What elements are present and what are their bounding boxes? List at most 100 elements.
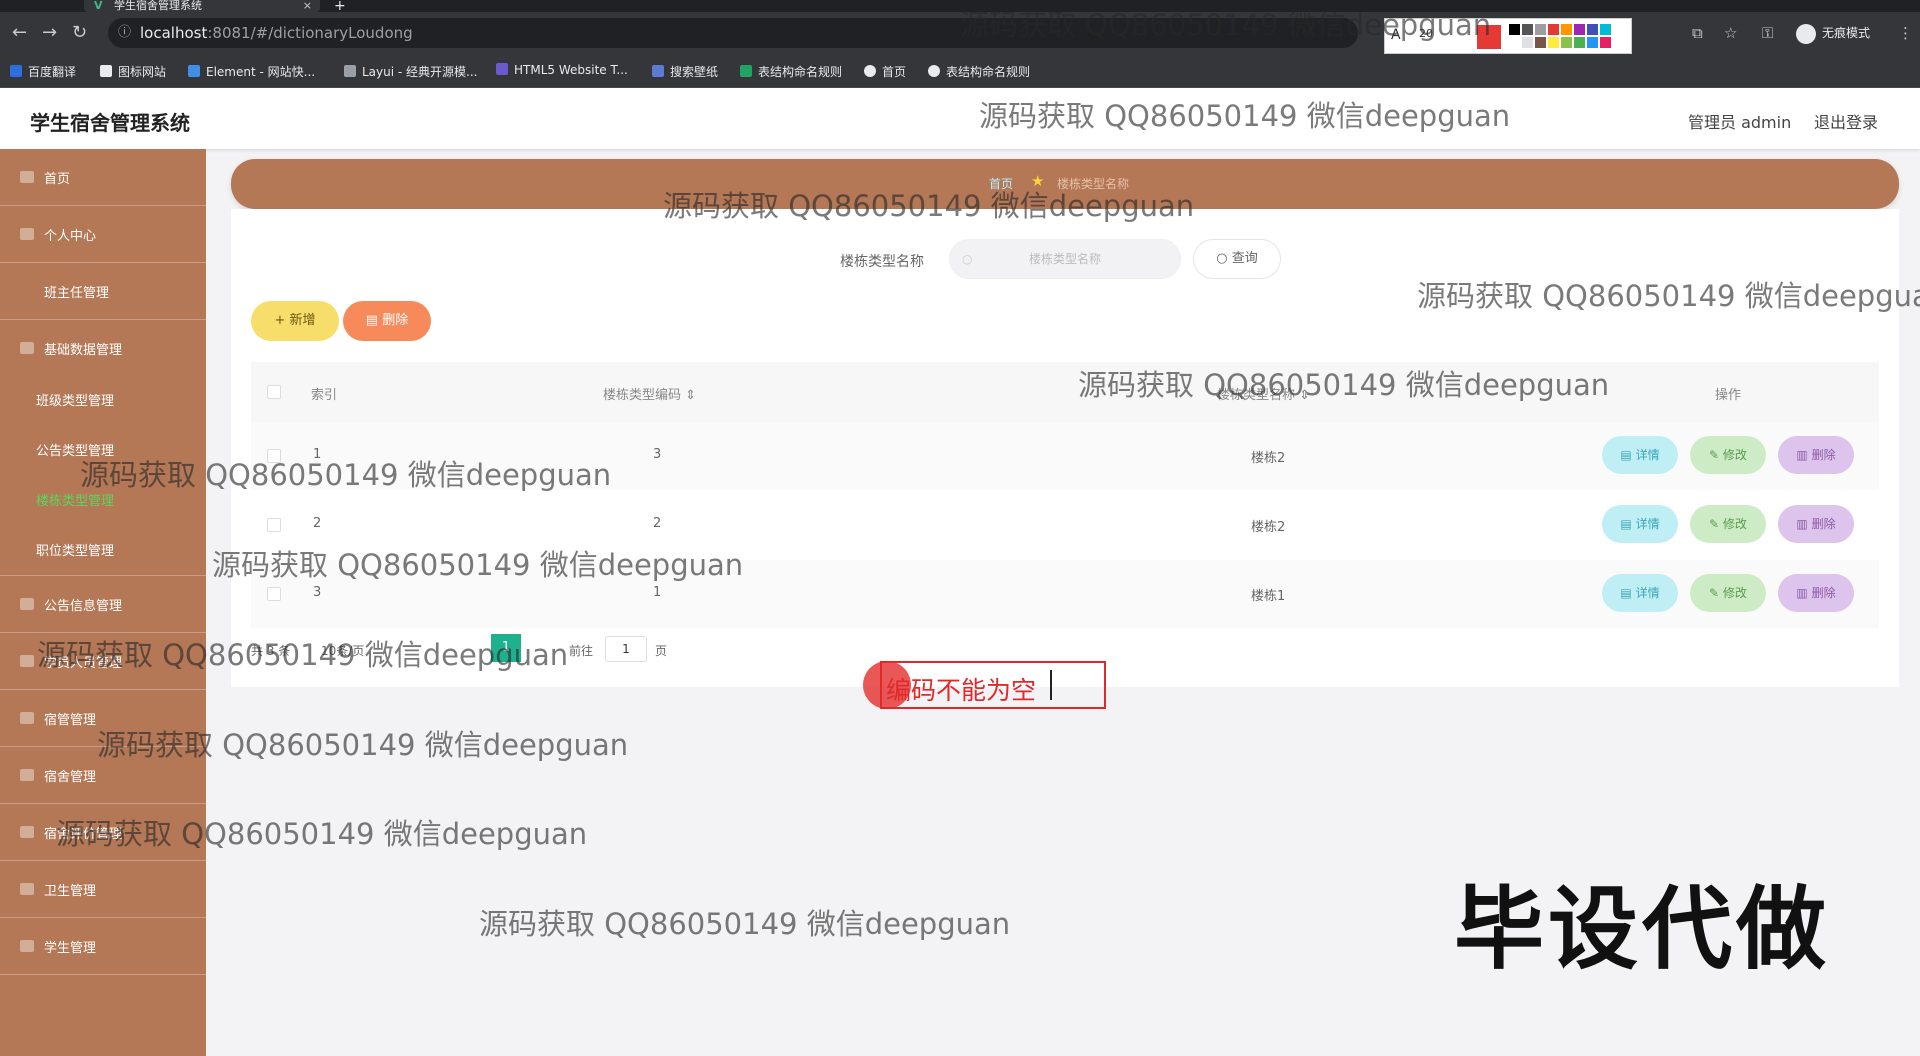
pencil-icon: ✎ xyxy=(1709,517,1723,531)
color-swatch[interactable] xyxy=(1548,24,1559,35)
color-swatch[interactable] xyxy=(1574,37,1585,48)
site-info-icon[interactable]: ⓘ xyxy=(118,18,131,48)
bookmark-item[interactable]: Element - 网站快... xyxy=(188,63,315,80)
watermark: 源码获取 QQ86050149 微信deepguan xyxy=(663,189,1195,223)
color-swatch[interactable] xyxy=(1535,24,1546,35)
building-icon xyxy=(20,769,34,781)
goto-label: 前往 xyxy=(569,644,594,658)
sort-icon[interactable]: ⇕ xyxy=(685,388,696,403)
menu-icon[interactable]: ⋮ xyxy=(1898,24,1913,42)
search-button-label: 查询 xyxy=(1231,251,1258,266)
color-swatch[interactable] xyxy=(1587,24,1598,35)
color-swatch[interactable] xyxy=(1600,37,1611,48)
color-swatch[interactable] xyxy=(1509,37,1520,48)
color-swatch[interactable] xyxy=(1574,24,1585,35)
document-icon: ▤ xyxy=(1620,586,1636,600)
sidebar-subitem-position-type[interactable]: 职位类型管理 xyxy=(36,540,114,559)
color-swatch[interactable] xyxy=(1600,24,1611,35)
detail-button[interactable]: ▤ 详情 xyxy=(1602,574,1678,612)
color-swatch[interactable] xyxy=(1587,37,1598,48)
trash-icon: ▤ xyxy=(365,313,383,328)
app-title: 学生宿舍管理系统 xyxy=(30,111,190,135)
list-icon xyxy=(20,598,34,610)
sidebar-item-hygiene[interactable]: 卫生管理 xyxy=(0,861,206,918)
bookmark-item[interactable]: 首页 xyxy=(864,63,906,80)
batch-delete-button[interactable]: ▤ 删除 xyxy=(343,301,431,341)
bookmark-icon xyxy=(10,65,22,77)
select-all-checkbox[interactable] xyxy=(267,385,281,399)
search-label: 楼栋类型名称 xyxy=(840,254,924,270)
cell-code: 3 xyxy=(653,447,662,462)
search-icon: ○ xyxy=(1216,251,1232,266)
cell-name: 楼栋2 xyxy=(1251,520,1286,535)
search-button[interactable]: ○ 查询 xyxy=(1193,239,1281,279)
goto-page-input[interactable]: 1 xyxy=(605,636,647,662)
page-suffix: 页 xyxy=(655,644,668,658)
translate-icon[interactable]: ⧉ xyxy=(1692,24,1703,42)
add-button[interactable]: + 新增 xyxy=(251,301,339,341)
edit-button[interactable]: ✎ 修改 xyxy=(1690,574,1766,612)
sidebar-item-notice-info[interactable]: 公告信息管理 xyxy=(0,576,206,633)
bookmark-star-icon[interactable]: ☆ xyxy=(1724,24,1737,42)
row-checkbox[interactable] xyxy=(267,518,281,532)
bookmark-item[interactable]: HTML5 Website T... xyxy=(496,63,628,77)
add-button-label: 新增 xyxy=(289,313,316,328)
sidebar-item-home[interactable]: 首页 xyxy=(0,149,206,206)
bookmark-item[interactable]: Layui - 经典开源模... xyxy=(344,63,477,80)
delete-button[interactable]: ▥ 删除 xyxy=(1778,436,1854,474)
user-icon xyxy=(20,228,34,240)
column-header: 索引 xyxy=(311,388,338,403)
sidebar-item-label: 个人中心 xyxy=(44,229,97,244)
color-swatch[interactable] xyxy=(1535,37,1546,48)
close-tab-icon[interactable]: × xyxy=(303,0,312,11)
cell-name: 楼栋1 xyxy=(1251,589,1286,604)
bookmark-item[interactable]: 百度翻译 xyxy=(10,63,76,80)
color-swatch[interactable] xyxy=(1522,37,1533,48)
plus-icon: + xyxy=(274,313,290,328)
app-header: 学生宿舍管理系统 管理员 admin 退出登录 xyxy=(0,88,1920,149)
bookmark-icon xyxy=(652,65,664,77)
delete-button[interactable]: ▥ 删除 xyxy=(1778,574,1854,612)
search-input[interactable]: ○ 楼栋类型名称 xyxy=(949,239,1181,279)
color-swatch[interactable] xyxy=(1561,24,1572,35)
detail-button[interactable]: ▤ 详情 xyxy=(1602,505,1678,543)
key-icon[interactable]: ⚿ xyxy=(1762,24,1773,42)
edit-button[interactable]: ✎ 修改 xyxy=(1690,436,1766,474)
bookmark-item[interactable]: 搜索壁纸 xyxy=(652,63,718,80)
sidebar-item-headteacher[interactable]: 班主任管理 xyxy=(0,263,206,320)
color-swatch[interactable] xyxy=(1548,37,1559,48)
list-icon xyxy=(20,342,34,354)
color-swatch[interactable] xyxy=(1561,37,1572,48)
watermark: 源码获取 QQ86050149 微信deepguan xyxy=(37,638,569,672)
delete-button[interactable]: ▥ 删除 xyxy=(1778,505,1854,543)
browser-tab[interactable]: V 学生宿舍管理系统 × xyxy=(84,0,320,12)
sidebar-item-label: 卫生管理 xyxy=(44,884,97,899)
row-checkbox[interactable] xyxy=(267,587,281,601)
document-icon: ▤ xyxy=(1620,448,1636,462)
back-icon[interactable]: ← xyxy=(12,22,27,43)
bookmark-icon xyxy=(344,65,356,77)
sidebar-group-basic-data[interactable]: 基础数据管理 班级类型管理 公告类型管理 楼栋类型管理 职位类型管理 xyxy=(0,320,206,576)
detail-button[interactable]: ▤ 详情 xyxy=(1602,436,1678,474)
logout-link[interactable]: 退出登录 xyxy=(1814,109,1878,133)
column-header[interactable]: 楼栋类型编码 ⇕ xyxy=(603,384,696,403)
incognito-badge[interactable]: 无痕模式 xyxy=(1796,22,1870,44)
sidebar-item-student[interactable]: 学生管理 xyxy=(0,918,206,975)
sidebar-subitem-class-type[interactable]: 班级类型管理 xyxy=(36,390,114,409)
color-swatch[interactable] xyxy=(1522,24,1533,35)
forward-icon[interactable]: → xyxy=(42,22,57,43)
color-swatch[interactable] xyxy=(1509,24,1520,35)
bookmark-item[interactable]: 表结构命名规则 xyxy=(928,63,1030,80)
admin-icon xyxy=(20,712,34,724)
bookmark-item[interactable]: 图标网站 xyxy=(100,63,166,80)
cell-name: 楼栋2 xyxy=(1251,451,1286,466)
sidebar-item-label: 学生管理 xyxy=(44,941,97,956)
edit-button[interactable]: ✎ 修改 xyxy=(1690,505,1766,543)
reload-icon[interactable]: ↻ xyxy=(72,22,87,43)
trash-icon: ▥ xyxy=(1796,517,1812,531)
chart-icon xyxy=(20,655,34,667)
sidebar-item-profile[interactable]: 个人中心 xyxy=(0,206,206,263)
sidebar-item-label: 宿管管理 xyxy=(44,713,97,728)
incognito-label: 无痕模式 xyxy=(1822,26,1871,40)
bookmark-item[interactable]: 表结构命名规则 xyxy=(740,63,842,80)
